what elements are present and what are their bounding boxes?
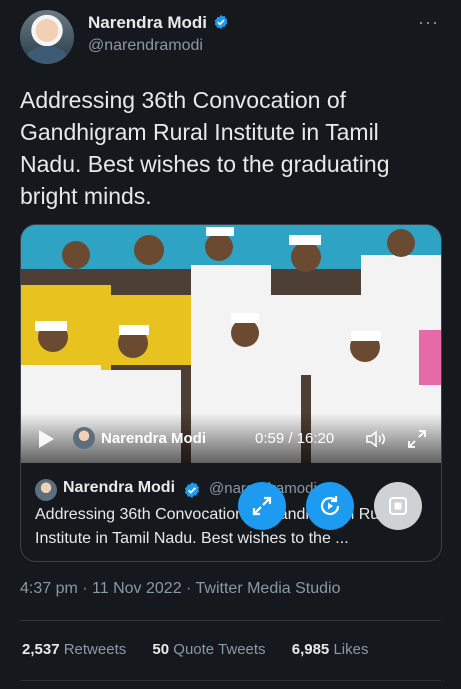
play-icon[interactable] (37, 429, 55, 449)
quoted-avatar (35, 479, 57, 501)
quoted-author-name: Narendra Modi (63, 479, 176, 496)
tweet-stats: 2,537 Retweets 50 Quote Tweets 6,985 Lik… (22, 641, 390, 658)
volume-icon[interactable] (365, 429, 387, 449)
retweets-label: Retweets (63, 641, 127, 658)
quoted-tweet-text: Addressing 36th Convocation of Gandhigra… (35, 506, 397, 547)
retweets-count: 2,537 (22, 641, 60, 658)
quoted-verified-badge-icon (184, 482, 200, 498)
expand-arrows-icon[interactable] (238, 482, 286, 530)
expand-icon[interactable] (407, 429, 427, 449)
quote-tweets-stat[interactable]: 50 Quote Tweets (152, 641, 265, 658)
stop-square-icon[interactable] (374, 482, 422, 530)
tweet-source[interactable]: Twitter Media Studio (196, 580, 341, 597)
author-name[interactable]: Narendra Modi (88, 13, 229, 33)
author-handle[interactable]: @narendramodi (88, 37, 203, 55)
author-avatar[interactable] (20, 10, 74, 64)
likes-label: Likes (333, 641, 369, 658)
tweet-text: Addressing 36th Convocation of Gandhigra… (20, 87, 390, 209)
retweets-stat[interactable]: 2,537 Retweets (22, 641, 126, 658)
divider-top (20, 620, 441, 621)
quotes-label: Quote Tweets (173, 641, 266, 658)
video-channel-avatar (73, 427, 95, 449)
more-horizontal-icon[interactable]: ··· (418, 12, 439, 33)
tweet-meta: 4:37 pm · 11 Nov 2022 · Twitter Media St… (20, 580, 340, 598)
verified-badge-icon (214, 15, 228, 29)
tweet-time[interactable]: 4:37 pm (20, 580, 78, 597)
meta-separator-2: · (186, 580, 192, 597)
divider-bottom (20, 680, 441, 681)
video-channel-name: Narendra Modi (101, 430, 207, 447)
rotate-play-icon[interactable] (306, 482, 354, 530)
tweet-date[interactable]: 11 Nov 2022 (92, 580, 182, 597)
avatar-shoulders (26, 46, 68, 64)
likes-count: 6,985 (291, 641, 330, 658)
video-time: 0:59 / 16:20 (255, 430, 335, 447)
meta-separator: · (82, 580, 88, 597)
likes-stat[interactable]: 6,985 Likes (292, 641, 369, 658)
video-player[interactable]: Narendra Modi 0:59 / 16:20 (21, 225, 441, 463)
quotes-count: 50 (152, 641, 170, 658)
author-name-text[interactable]: Narendra Modi (88, 13, 207, 32)
